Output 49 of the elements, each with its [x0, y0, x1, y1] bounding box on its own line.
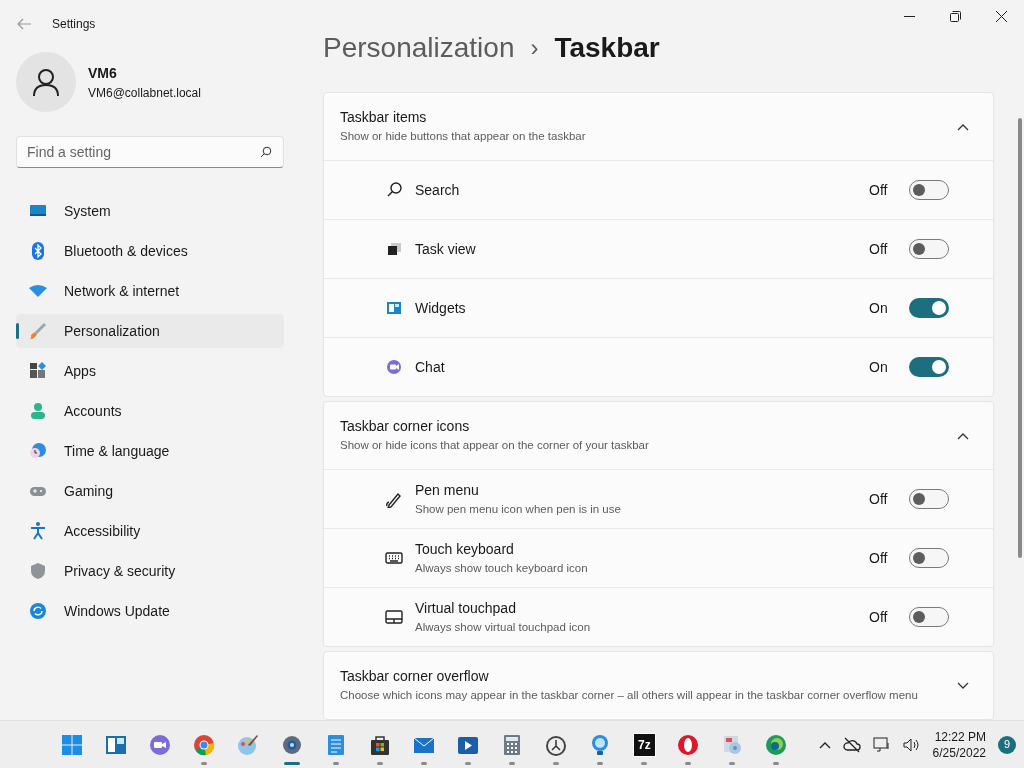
page-title: Taskbar — [554, 31, 660, 65]
setting-label: Search — [415, 180, 461, 200]
window-title: Settings — [52, 16, 96, 33]
nav-item[interactable]: Network & internet — [16, 274, 284, 308]
toggle-state-label: On — [869, 298, 889, 318]
setting-description: Show pen menu icon when pen is in use — [415, 501, 622, 517]
nav-item[interactable]: Bluetooth & devices — [16, 234, 284, 268]
setting-label: Task view — [415, 239, 477, 259]
nav-item[interactable]: Privacy & security — [16, 554, 284, 588]
section-header[interactable]: Taskbar items Show or hide buttons that appear on the taskbar — [324, 93, 993, 160]
toggle-state-label: Off — [869, 180, 889, 200]
setting-description: Always show touch keyboard icon — [415, 560, 589, 576]
nav-item[interactable]: System — [16, 194, 284, 228]
clock-time[interactable]: 12:22 PM — [934, 728, 986, 745]
toggle-state-label: Off — [869, 548, 889, 568]
nav-item[interactable]: Gaming — [16, 474, 284, 508]
toggle-state-label: Off — [869, 489, 889, 509]
nav-item[interactable]: Apps — [16, 354, 284, 388]
search-field[interactable]: Find a setting — [16, 136, 284, 168]
clock-date[interactable]: 6/25/2022 — [932, 744, 986, 761]
nav-item[interactable]: Accessibility — [16, 514, 284, 548]
toggle-state-label: Off — [869, 239, 889, 259]
section-title: Taskbar items — [340, 108, 428, 128]
notification-badge[interactable]: 9 — [998, 735, 1016, 754]
nav-item[interactable]: Personalization — [16, 314, 284, 348]
setting-description: Always show virtual touchpad icon — [415, 619, 592, 635]
breadcrumb-separator: › — [530, 33, 539, 63]
section-header[interactable]: Taskbar corner overflow Choose which icons may appear in the taskbar corner – all others will appear in the taskbar corner overflow menu — [324, 652, 993, 719]
section-header[interactable]: Taskbar corner icons Show or hide icons that appear on the corner of your taskbar — [324, 402, 993, 469]
section-title: Taskbar corner icons — [340, 417, 471, 437]
setting-label: Chat — [415, 357, 446, 377]
toggle-state-label: On — [869, 357, 889, 377]
nav-item[interactable]: Accounts — [16, 394, 284, 428]
section-subtitle: Choose which icons may appear in the taskbar corner – all others will appear in the taskbar corner overflow menu — [340, 688, 919, 704]
section-subtitle: Show or hide icons that appear on the corner of your taskbar — [340, 438, 650, 454]
setting-label: Touch keyboard — [415, 539, 515, 559]
taskbar-slot[interactable]: 7z — [624, 724, 665, 765]
user-email: VM6@collabnet.local — [88, 84, 201, 102]
setting-label: Pen menu — [415, 480, 480, 500]
nav-item[interactable]: Windows Update — [16, 594, 284, 628]
setting-label: Virtual touchpad — [415, 598, 517, 618]
archiver-icon[interactable]: 7z — [633, 733, 655, 756]
toggle-state-label: Off — [869, 607, 889, 627]
section-title: Taskbar corner overflow — [340, 667, 490, 687]
breadcrumb-parent[interactable]: Personalization — [323, 27, 515, 69]
setting-label: Widgets — [415, 298, 467, 318]
nav-item[interactable]: Time & language — [16, 434, 284, 468]
section-subtitle: Show or hide buttons that appear on the taskbar — [340, 129, 587, 145]
user-name: VM6 — [88, 63, 118, 83]
